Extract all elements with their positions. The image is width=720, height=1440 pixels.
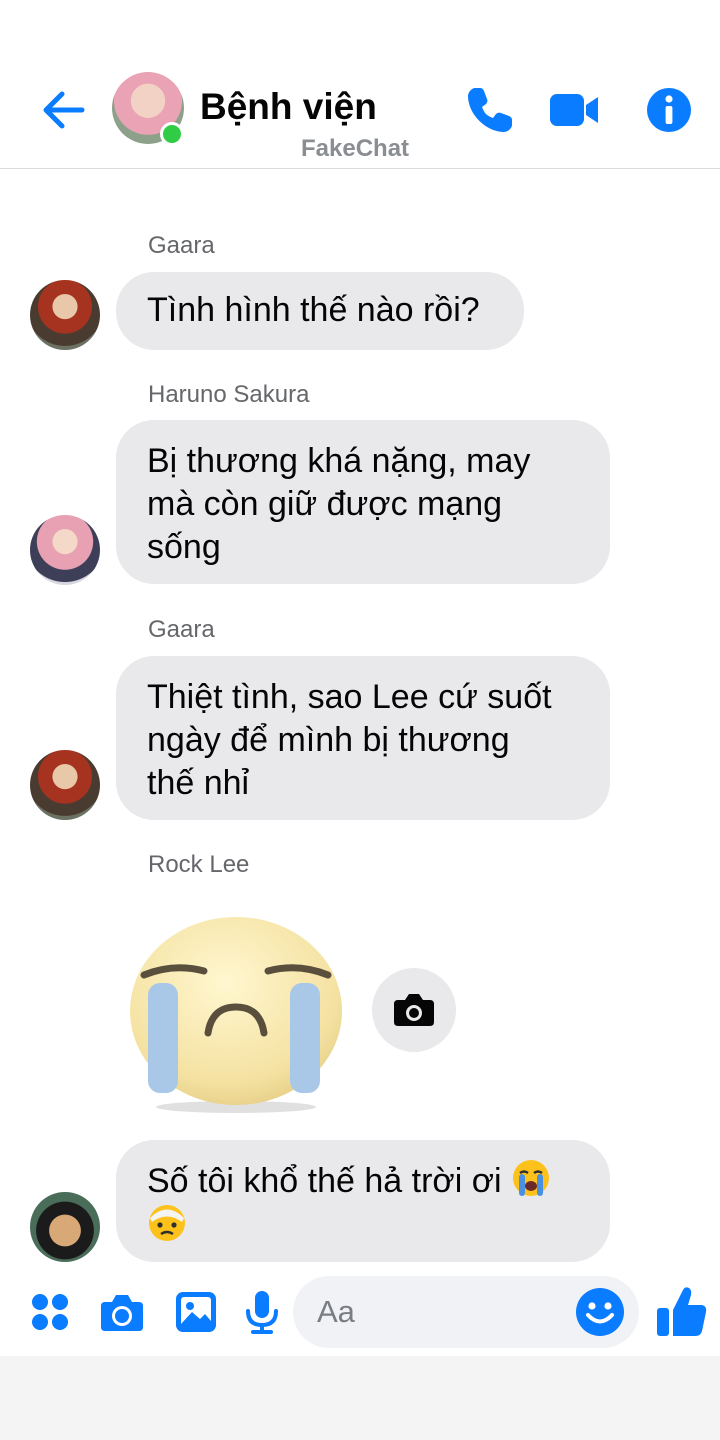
crying-face-sticker[interactable]	[128, 915, 344, 1115]
apps-icon[interactable]	[26, 1288, 74, 1336]
microphone-icon[interactable]	[238, 1288, 286, 1336]
message-bubble[interactable]: Số tôi khổ thế hả trời ơi	[116, 1140, 610, 1262]
avatar[interactable]	[30, 1192, 100, 1262]
camera-reply-button[interactable]	[372, 968, 456, 1052]
message-line: Bị thương khá nặng, may	[147, 442, 531, 480]
smiley-icon[interactable]	[574, 1286, 626, 1338]
watermark-text: FakeChat	[301, 135, 410, 162]
message-text: Tình hình thế nào rồi?	[147, 291, 480, 329]
loudly-crying-face-emoji	[513, 1160, 549, 1196]
message-line: sống	[147, 528, 221, 566]
sender-name: Gaara	[148, 616, 215, 643]
sender-name: Haruno Sakura	[148, 381, 310, 408]
sender-name: Rock Lee	[148, 851, 250, 878]
message-bubble[interactable]: Bị thương khá nặng, may mà còn giữ được …	[116, 420, 610, 584]
avatar[interactable]	[30, 750, 100, 820]
back-arrow-icon[interactable]	[36, 82, 92, 138]
gallery-icon[interactable]	[172, 1288, 220, 1336]
avatar[interactable]	[30, 515, 100, 585]
avatar[interactable]	[30, 280, 100, 350]
camera-icon[interactable]	[98, 1288, 146, 1336]
online-status-dot	[160, 122, 184, 146]
system-nav-area	[0, 1356, 720, 1440]
message-line: ngày để mình bị thương	[147, 721, 510, 759]
message-line: thế nhỉ	[147, 764, 250, 802]
message-line: Thiệt tình, sao Lee cứ suốt	[147, 678, 552, 716]
message-input-placeholder: Aa	[317, 1294, 355, 1329]
sender-name: Gaara	[148, 232, 215, 259]
info-icon[interactable]	[643, 84, 695, 136]
face-with-head-bandage-emoji	[149, 1205, 185, 1241]
camera-icon	[394, 994, 434, 1026]
thumbs-up-icon[interactable]	[654, 1284, 708, 1340]
message-line: mà còn giữ được mạng	[147, 485, 503, 523]
conversation-title[interactable]: Bệnh viện	[200, 86, 377, 128]
phone-icon[interactable]	[464, 84, 516, 136]
video-camera-icon[interactable]	[548, 84, 600, 136]
message-text: Số tôi khổ thế hả trời ơi	[147, 1162, 502, 1200]
message-bubble[interactable]: Tình hình thế nào rồi?	[116, 272, 524, 350]
message-bubble[interactable]: Thiệt tình, sao Lee cứ suốt ngày để mình…	[116, 656, 610, 820]
